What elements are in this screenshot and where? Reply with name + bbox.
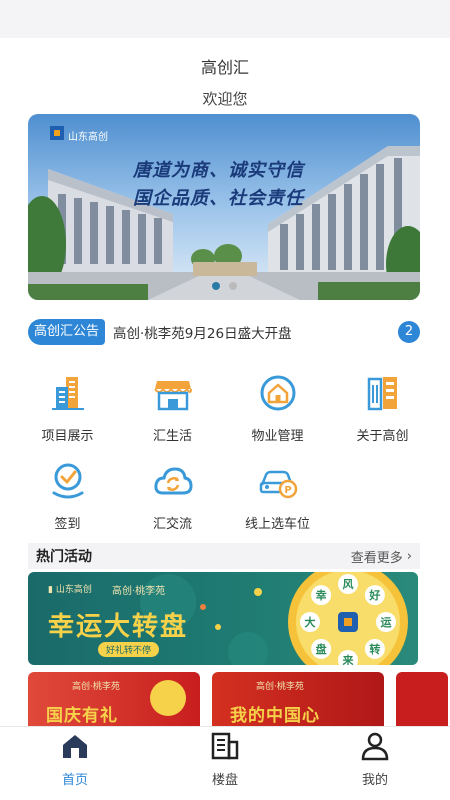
card-brand-text: 高创·桃李苑 (112, 586, 166, 597)
welcome-text: 欢迎您 (202, 90, 248, 108)
card-brand-text: 高创·桃李苑 (256, 682, 304, 692)
tab-label: 首页 (61, 773, 88, 788)
wheel-char: 盘 (316, 642, 327, 656)
tab-buildings[interactable]: 楼盘 (150, 731, 300, 788)
wheel-char: 来 (342, 653, 355, 665)
tab-label: 我的 (361, 773, 388, 788)
menu-label: 物业管理 (251, 429, 304, 444)
menu-item-property[interactable]: 物业管理 (225, 373, 330, 444)
notice-bar[interactable]: 高创汇公告 高创·桃李苑9月26日盛大开盘 2 (28, 318, 420, 346)
wheel-char: 幸 (316, 588, 327, 602)
app-title: 高创汇 (200, 58, 249, 77)
home-circle-icon (260, 375, 295, 411)
activity-card-lucky-wheel[interactable]: ▮ 山东高创 高创·桃李苑 幸运大转盘 好礼转不停 风好运转来 盘大幸 (28, 572, 418, 665)
carousel-dot-2[interactable] (229, 282, 237, 290)
tab-label: 楼盘 (211, 773, 238, 788)
card-brand-text: 高创·桃李苑 (72, 682, 120, 692)
section-title: 热门活动 (36, 549, 92, 565)
card-title: 我的中国心 (230, 706, 320, 726)
notice-text[interactable]: 高创·桃李苑9月26日盛大开盘 (113, 322, 398, 342)
carousel-dot-1[interactable] (212, 282, 220, 290)
header: 高创汇 欢迎您 (0, 38, 450, 114)
tab-home[interactable]: 首页 (0, 731, 150, 788)
storefront-icon (153, 381, 192, 411)
notice-tag: 高创汇公告 (28, 319, 106, 345)
svg-text:P: P (284, 485, 291, 496)
menu-item-parking[interactable]: P 线上选车位 (225, 461, 330, 532)
view-more-link[interactable]: 查看更多 › (351, 547, 412, 566)
card-title: 幸运大转盘 (48, 612, 189, 642)
building-icon (211, 732, 239, 760)
tab-mine[interactable]: 我的 (300, 731, 450, 788)
activity-card-china-heart[interactable]: 高创·桃李苑 我的中国心 (212, 672, 384, 728)
hot-activities-header: 热门活动 查看更多 › (28, 543, 420, 569)
buildings-icon (51, 377, 84, 410)
banner-logo-text: 山东高创 (68, 132, 108, 143)
prize-wheel-icon: 风好运转来 盘大幸 (288, 572, 408, 665)
activity-card-row: 高创·桃李苑 国庆有礼 高创·桃李苑 我的中国心 (28, 672, 448, 728)
wheel-char: 大 (305, 615, 316, 629)
status-bar-area (0, 0, 450, 38)
menu-item-projects[interactable]: 项目展示 (15, 373, 120, 444)
activity-card-national-day[interactable]: 高创·桃李苑 国庆有礼 (28, 672, 200, 728)
menu-label: 项目展示 (41, 429, 94, 444)
view-more-label: 查看更多 (350, 550, 403, 566)
company-icon (367, 377, 397, 411)
banner-slogan-line2: 国企品质、社会责任 (133, 188, 304, 209)
menu-label: 关于高创 (356, 429, 409, 444)
user-icon (361, 732, 389, 761)
car-parking-icon: P (259, 470, 297, 499)
menu-label: 汇交流 (152, 517, 192, 532)
app-screen: 高创汇 欢迎您 山东高创 唐道为商、诚实守信 国企品质、社会责任 高创汇公告 高… (0, 0, 450, 800)
wheel-char: 运 (381, 616, 392, 629)
menu-label: 汇生活 (152, 429, 192, 444)
checkin-badge-icon (52, 463, 83, 499)
card-subtitle: 好礼转不停 (98, 642, 160, 657)
carousel-dots (212, 282, 237, 290)
menu-label: 线上选车位 (244, 517, 310, 532)
cloud-sync-icon (153, 467, 193, 495)
wheel-char: 转 (369, 642, 380, 656)
card-brand-logo: ▮ 山东高创 (48, 585, 92, 595)
menu-item-exchange[interactable]: 汇交流 (120, 461, 225, 532)
menu-item-checkin[interactable]: 签到 (15, 461, 120, 532)
activity-card-partial[interactable] (396, 672, 448, 728)
menu-item-life[interactable]: 汇生活 (120, 373, 225, 444)
wheel-char: 风 (343, 577, 354, 591)
wheel-char: 好 (368, 588, 380, 602)
bottom-tab-bar: 首页 楼盘 我的 (0, 726, 450, 800)
banner-slogan-line1: 唐道为商、诚实守信 (133, 160, 304, 181)
notice-count-badge: 2 (398, 321, 420, 343)
home-icon (63, 735, 87, 758)
chevron-right-icon: › (406, 548, 412, 564)
menu-item-about[interactable]: 关于高创 (330, 373, 435, 444)
card-title: 国庆有礼 (46, 706, 118, 726)
menu-label: 签到 (54, 517, 81, 532)
banner-carousel[interactable]: 山东高创 唐道为商、诚实守信 国企品质、社会责任 (28, 114, 420, 300)
